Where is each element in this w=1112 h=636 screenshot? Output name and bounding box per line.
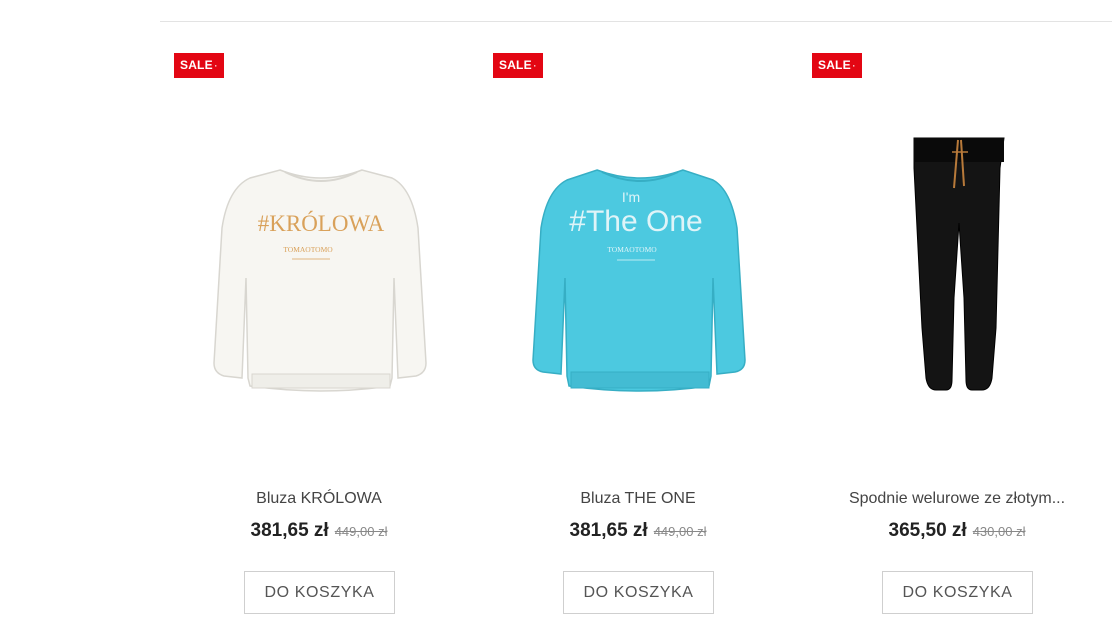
add-to-cart-button[interactable]: DO KOSZYKA xyxy=(244,571,395,614)
product-image-link[interactable]: #KRÓLOWA TOMAOTOMO xyxy=(180,128,462,403)
sale-badge: SALE xyxy=(812,53,862,78)
white-sweatshirt-icon: #KRÓLOWA TOMAOTOMO xyxy=(213,169,427,392)
print-text: #The One xyxy=(569,205,702,238)
current-price: 365,50 zł xyxy=(888,520,967,541)
price-line: 365,50 zł 430,00 zł xyxy=(798,520,1112,542)
brand-text: TOMAOTOMO xyxy=(607,245,657,254)
product-name[interactable]: Bluza THE ONE xyxy=(479,490,797,508)
old-price: 449,00 zł xyxy=(653,524,707,539)
sale-badge: SALE xyxy=(174,53,224,78)
product-name[interactable]: Spodnie welurowe ze złotym... xyxy=(798,490,1112,508)
current-price: 381,65 zł xyxy=(569,520,648,541)
print-text: #KRÓLOWA xyxy=(258,210,385,236)
old-price: 449,00 zł xyxy=(334,524,388,539)
old-price: 430,00 zł xyxy=(972,524,1026,539)
price-line: 381,65 zł 449,00 zł xyxy=(160,520,478,542)
brand-text: TOMAOTOMO xyxy=(283,245,333,254)
product-card: SALE I'm #The One TOMAOTOMO Bluza THE ON… xyxy=(479,40,797,636)
product-image-link[interactable] xyxy=(818,128,1100,403)
product-card: SALE #KRÓLOWA TOMAOTOMO Bluza KRÓLOWA 38… xyxy=(160,40,478,636)
product-name[interactable]: Bluza KRÓLOWA xyxy=(160,490,478,508)
add-to-cart-button[interactable]: DO KOSZYKA xyxy=(563,571,714,614)
print-text-top: I'm xyxy=(622,189,640,205)
current-price: 381,65 zł xyxy=(250,520,329,541)
add-to-cart-button[interactable]: DO KOSZYKA xyxy=(882,571,1033,614)
black-pants-icon xyxy=(913,137,1005,391)
price-line: 381,65 zł 449,00 zł xyxy=(479,520,797,542)
sale-badge: SALE xyxy=(493,53,543,78)
top-divider xyxy=(160,21,1112,22)
product-image-link[interactable]: I'm #The One TOMAOTOMO xyxy=(499,128,781,403)
product-card: SALE Spodnie welurowe ze złotym... 365,5… xyxy=(798,40,1112,636)
turquoise-sweatshirt-icon: I'm #The One TOMAOTOMO xyxy=(532,169,746,392)
